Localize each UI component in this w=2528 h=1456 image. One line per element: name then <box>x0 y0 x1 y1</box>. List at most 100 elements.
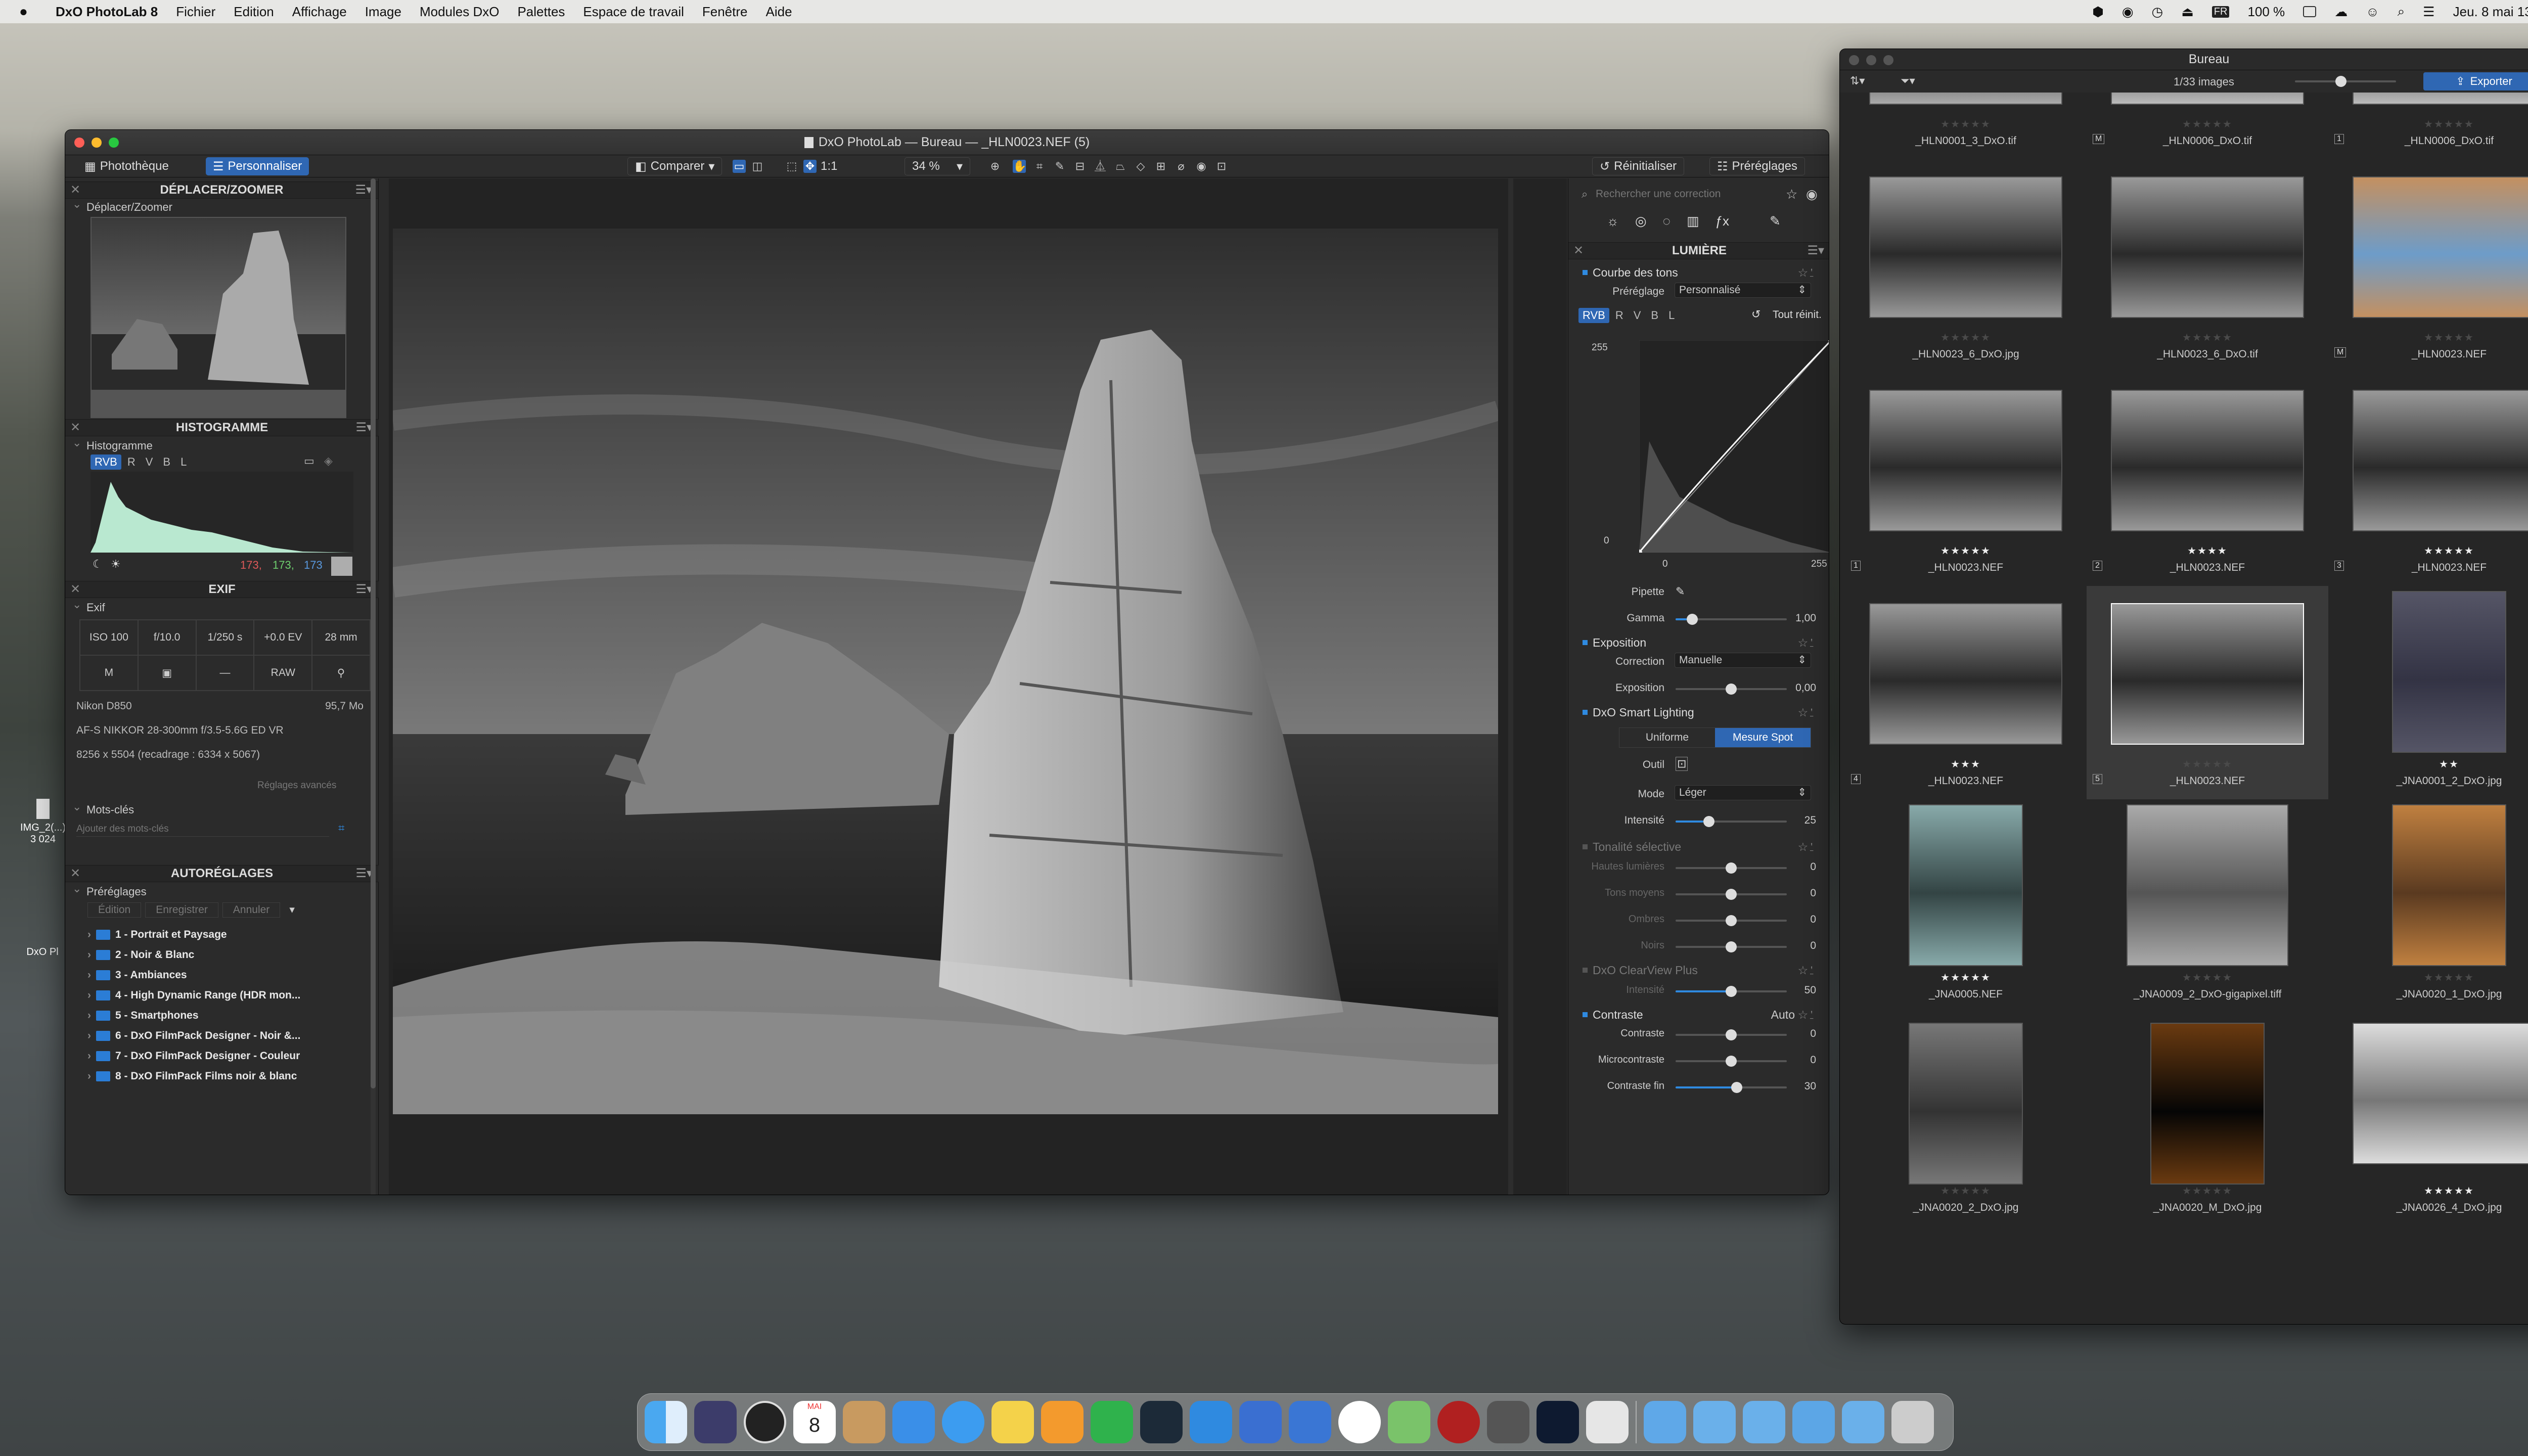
images-folder-icon[interactable] <box>1743 1401 1785 1443</box>
menu-fenetre[interactable]: Fenêtre <box>702 4 748 20</box>
tone-curve-preset-select[interactable]: Personnalisé ⇕ <box>1675 283 1811 298</box>
close-icon[interactable]: ✕ <box>1573 243 1584 259</box>
gamma-value[interactable]: 1,00 <box>1781 612 1816 624</box>
rating-stars[interactable]: ★★★★★ <box>1845 544 2087 557</box>
zoom-window-button[interactable] <box>109 138 119 148</box>
bureau-thumbnail[interactable]: ★★★★★ _HLN0023.NEF 5 <box>2087 586 2328 799</box>
trash-icon[interactable] <box>1891 1401 1934 1443</box>
menu-workspace[interactable]: Espace de travail <box>583 4 684 20</box>
before-after-icon[interactable]: ⊡ <box>1215 160 1228 173</box>
menu-affichage[interactable]: Affichage <box>292 4 347 20</box>
profile-icon[interactable]: ◉ <box>2122 4 2134 20</box>
minimize-window-button[interactable] <box>1866 55 1876 65</box>
midtones-value[interactable]: 0 <box>1781 887 1816 899</box>
mask-icon[interactable]: ◇ <box>1134 160 1147 173</box>
fine-contrast-slider[interactable] <box>1676 1082 1787 1093</box>
selective-tone-header[interactable]: Tonalité sélective ☆⍘ <box>1568 837 1829 857</box>
rating-stars[interactable]: ★★★★★ <box>2087 971 2328 984</box>
blacks-value[interactable]: 0 <box>1781 940 1816 952</box>
rating-stars[interactable]: ★★★★★ <box>2328 971 2528 984</box>
contacts-icon[interactable] <box>843 1401 885 1443</box>
preset-folder[interactable]: › 8 - DxO FilmPack Films noir & blanc <box>87 1066 360 1086</box>
close-icon[interactable]: ✕ <box>70 182 80 198</box>
menu-icon[interactable]: ☰▾ <box>355 581 373 598</box>
desktop-file[interactable]: IMG_2(...) 3 024 <box>20 799 66 845</box>
mode-uniforme-button[interactable]: Uniforme <box>1619 728 1715 747</box>
exif-header[interactable]: ✕ EXIF ☰▾ <box>65 581 379 598</box>
minimize-window-button[interactable] <box>92 138 102 148</box>
light-section-header[interactable]: ✕ LUMIÈRE ☰▾ <box>1568 242 1829 259</box>
single-view-icon[interactable]: ▭ <box>733 160 746 173</box>
curve-channel-v[interactable]: V <box>1630 308 1645 323</box>
main-photo[interactable] <box>393 229 1498 1114</box>
appstore-icon[interactable] <box>1190 1401 1232 1443</box>
bureau-thumbnail[interactable]: ★★★★★ _HLN0023_6_DxO.jpg <box>1845 159 2087 373</box>
bureau-thumbnail[interactable]: ★★★★★ _HLN0023.NEF M <box>2328 159 2528 373</box>
preview-icon[interactable] <box>1586 1401 1629 1443</box>
undo-icon[interactable]: ↺ <box>1751 308 1760 321</box>
zoom-window-button[interactable] <box>1883 55 1893 65</box>
crop-icon[interactable]: ⌗ <box>1033 160 1046 173</box>
bureau-thumbnail[interactable]: ★★★★★ _HLN0006_DxO.tif 1 <box>2328 93 2528 159</box>
exposure-value[interactable]: 0,00 <box>1781 682 1816 694</box>
spot-tool-icon[interactable]: ⊡ <box>1676 757 1688 771</box>
channel-r[interactable]: R <box>123 454 140 470</box>
utilities-folder-icon[interactable] <box>1842 1401 1884 1443</box>
preset-folder[interactable]: › 3 - Ambiances <box>87 965 360 985</box>
pipette-icon[interactable]: ✎ <box>1676 585 1685 598</box>
pages-icon[interactable] <box>1041 1401 1084 1443</box>
rating-stars[interactable]: ★★★★★ <box>2087 1185 2328 1197</box>
shield-icon[interactable]: ⬢ <box>2092 4 2104 20</box>
channel-rvb[interactable]: RVB <box>91 454 121 470</box>
curve-channel-rvb[interactable]: RVB <box>1578 308 1609 323</box>
battery-icon[interactable] <box>2303 6 2317 17</box>
notes-icon[interactable] <box>991 1401 1034 1443</box>
star-icon[interactable]: ☆⍘ <box>1798 1008 1815 1022</box>
bureau-thumbnail[interactable]: ★★★★★ _JNA0009_2_DxO-gigapixel.tiff <box>2087 799 2328 1013</box>
curve-channel-r[interactable]: R <box>1611 308 1628 323</box>
rating-stars[interactable]: ★★★★★ <box>2328 331 2528 344</box>
rating-stars[interactable]: ★★★★★ <box>2087 118 2328 130</box>
bureau-thumbnail[interactable]: ★★★★★ _HLN0023_6_DxO.tif <box>2087 159 2328 373</box>
menu-modules[interactable]: Modules DxO <box>420 4 500 20</box>
clearview-intensity-slider[interactable] <box>1676 986 1787 997</box>
menu-app-name[interactable]: DxO PhotoLab 8 <box>56 4 158 20</box>
curve-channel-l[interactable]: L <box>1664 308 1679 323</box>
mode-spot-button[interactable]: Mesure Spot <box>1715 728 1811 747</box>
exposure-slider[interactable] <box>1676 684 1787 695</box>
blacks-slider[interactable] <box>1676 941 1787 952</box>
eject-icon[interactable]: ⏏ <box>2181 4 2194 20</box>
menu-palettes[interactable]: Palettes <box>517 4 565 20</box>
sort-icon[interactable]: ⇅▾ <box>1850 74 1865 87</box>
highlight-clip-icon[interactable]: ☀ <box>111 558 121 571</box>
fit-icon[interactable]: ⬚ <box>785 160 798 173</box>
contrast-slider[interactable] <box>1676 1029 1787 1040</box>
menu-icon[interactable]: ☰▾ <box>1807 243 1824 259</box>
rating-stars[interactable]: ★★★★★ <box>1845 331 2087 344</box>
loupe-icon[interactable]: ⊕ <box>988 160 1002 173</box>
desktop-app[interactable]: DxO Pl <box>22 946 63 958</box>
split-view-icon[interactable]: ◫ <box>751 160 764 173</box>
horizon-icon[interactable]: ⊟ <box>1073 160 1087 173</box>
menu-edition[interactable]: Edition <box>234 4 274 20</box>
smart-lighting-header[interactable]: DxO Smart Lighting ☆⍘ <box>1568 702 1829 722</box>
launchpad-icon[interactable] <box>694 1401 737 1443</box>
photolab-icon[interactable] <box>1537 1401 1579 1443</box>
menu-icon[interactable]: ☰▾ <box>355 420 373 436</box>
bureau-thumbnail[interactable]: ★★★★★ _JNA0026_4_DxO.jpg <box>2328 1013 2528 1226</box>
zoom-select[interactable]: 34 % ▾ <box>905 157 970 175</box>
star-icon[interactable]: ☆ <box>1786 187 1797 202</box>
tone-curve-header[interactable]: Courbe des tons ☆⍘ <box>1568 262 1829 283</box>
tab-phototheque[interactable]: ▦ Photothèque <box>77 157 176 175</box>
rating-stars[interactable]: ★★★★ <box>2087 544 2328 557</box>
reset-all-button[interactable]: Tout réinit. <box>1773 309 1822 321</box>
preset-folder[interactable]: › 5 - Smartphones <box>87 1006 360 1026</box>
apps-folder-icon[interactable] <box>1644 1401 1686 1443</box>
rating-stars[interactable]: ★★★★★ <box>2087 758 2328 770</box>
smart-lighting-intensity-slider[interactable] <box>1676 816 1787 827</box>
bureau-thumbnail[interactable]: ★★★★★ _JNA0020_M_DxO.jpg <box>2087 1013 2328 1226</box>
docs-folder-icon[interactable] <box>1693 1401 1736 1443</box>
contrast-auto-button[interactable]: Auto <box>1771 1008 1795 1022</box>
speed-icon[interactable] <box>1437 1401 1480 1443</box>
histogram-header[interactable]: ✕ HISTOGRAMME ☰▾ <box>65 419 379 436</box>
